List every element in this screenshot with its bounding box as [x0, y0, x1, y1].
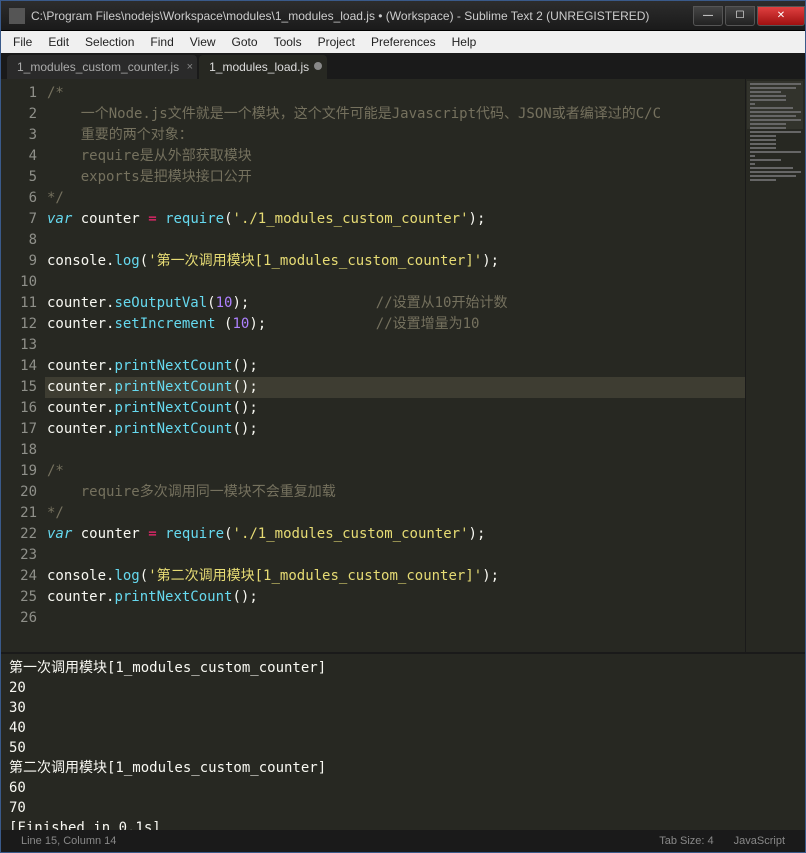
- window-controls: — ☐ ✕: [691, 6, 805, 26]
- menubar: File Edit Selection Find View Goto Tools…: [1, 31, 805, 53]
- titlebar[interactable]: C:\Program Files\nodejs\Workspace\module…: [1, 1, 805, 31]
- code-area[interactable]: /* 一个Node.js文件就是一个模块，这个文件可能是Javascript代码…: [45, 79, 745, 652]
- close-icon[interactable]: ×: [187, 61, 193, 73]
- minimize-button[interactable]: —: [693, 6, 723, 26]
- menu-file[interactable]: File: [5, 33, 40, 51]
- menu-view[interactable]: View: [182, 33, 224, 51]
- menu-help[interactable]: Help: [444, 33, 485, 51]
- minimap[interactable]: [745, 79, 805, 652]
- editor: 1234567891011121314151617181920212223242…: [1, 79, 805, 652]
- menu-project[interactable]: Project: [310, 33, 363, 51]
- menu-preferences[interactable]: Preferences: [363, 33, 444, 51]
- app-window: C:\Program Files\nodejs\Workspace\module…: [0, 0, 806, 853]
- close-button[interactable]: ✕: [757, 6, 805, 26]
- tab-modules-load[interactable]: 1_modules_load.js: [199, 55, 327, 79]
- menu-edit[interactable]: Edit: [40, 33, 77, 51]
- tab-label: 1_modules_custom_counter.js: [17, 60, 179, 74]
- tabbar: 1_modules_custom_counter.js × 1_modules_…: [1, 53, 805, 79]
- statusbar: Line 15, Column 14 Tab Size: 4 JavaScrip…: [1, 830, 805, 852]
- menu-find[interactable]: Find: [142, 33, 181, 51]
- status-tab-size[interactable]: Tab Size: 4: [649, 835, 723, 847]
- status-syntax[interactable]: JavaScript: [724, 835, 795, 847]
- app-icon: [9, 8, 25, 24]
- dirty-indicator-icon: [314, 62, 322, 70]
- menu-goto[interactable]: Goto: [224, 33, 266, 51]
- maximize-button[interactable]: ☐: [725, 6, 755, 26]
- tab-label: 1_modules_load.js: [209, 60, 309, 74]
- minimap-content: [750, 83, 801, 183]
- window-title: C:\Program Files\nodejs\Workspace\module…: [31, 9, 691, 23]
- menu-selection[interactable]: Selection: [77, 33, 142, 51]
- line-gutter[interactable]: 1234567891011121314151617181920212223242…: [1, 79, 45, 652]
- menu-tools[interactable]: Tools: [266, 33, 310, 51]
- status-position[interactable]: Line 15, Column 14: [11, 835, 126, 847]
- build-output-panel[interactable]: 第一次调用模块[1_modules_custom_counter] 20 30 …: [1, 652, 805, 830]
- tab-custom-counter[interactable]: 1_modules_custom_counter.js ×: [7, 55, 197, 79]
